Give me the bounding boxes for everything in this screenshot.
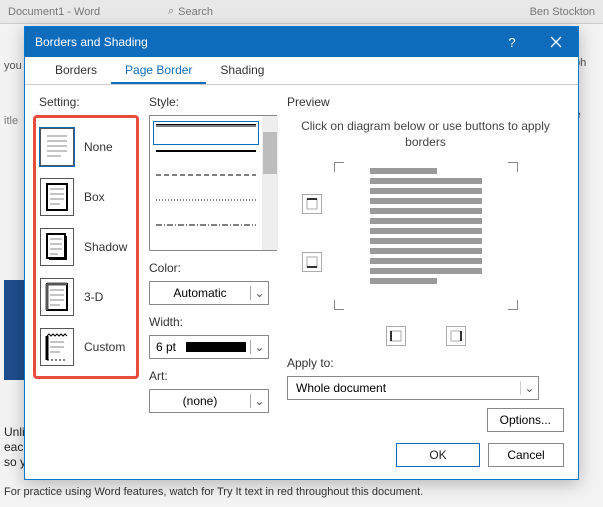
bg-blue-block xyxy=(4,280,24,380)
preview-instructions: Click on diagram below or use buttons to… xyxy=(287,115,564,150)
tab-shading-label: Shading xyxy=(220,63,264,77)
cancel-label: Cancel xyxy=(507,448,544,462)
dialog-title: Borders and Shading xyxy=(35,35,148,49)
preview-diagram[interactable] xyxy=(334,162,518,322)
bg-title-label: itle xyxy=(4,115,18,127)
borders-shading-dialog: Borders and Shading ? Borders Page Borde… xyxy=(24,26,579,480)
width-value: 6 pt xyxy=(150,340,182,354)
ok-button[interactable]: OK xyxy=(396,443,480,467)
corner-indicator xyxy=(508,162,518,172)
tab-page-border[interactable]: Page Border xyxy=(111,57,206,84)
dialog-footer: OK Cancel xyxy=(25,435,578,479)
ok-label: OK xyxy=(429,448,446,462)
setting-none-label: None xyxy=(84,140,113,154)
chevron-down-icon: ⌄ xyxy=(520,381,538,395)
setting-shadow-label: Shadow xyxy=(84,240,127,254)
setting-none[interactable]: None xyxy=(38,122,134,172)
style-listbox[interactable] xyxy=(149,115,277,251)
corner-indicator xyxy=(334,162,344,172)
border-bottom-button[interactable] xyxy=(302,252,322,272)
bg-titlebar: Document1 - Word ⌕ Search Ben Stockton xyxy=(0,0,603,24)
bg-doc-title: Document1 - Word xyxy=(8,6,100,18)
chevron-down-icon: ⌄ xyxy=(250,286,268,300)
setting-box-label: Box xyxy=(84,190,105,204)
width-combo[interactable]: 6 pt ⌄ xyxy=(149,335,269,359)
dialog-tabs: Borders Page Border Shading xyxy=(25,57,578,85)
setting-box-icon xyxy=(40,178,74,216)
corner-indicator xyxy=(508,300,518,310)
tab-page-border-label: Page Border xyxy=(125,63,192,77)
color-label: Color: xyxy=(149,261,277,275)
corner-indicator xyxy=(334,300,344,310)
color-value: Automatic xyxy=(150,286,250,300)
style-scrollbar[interactable] xyxy=(262,116,278,250)
bg-you-label: you xyxy=(4,60,22,72)
preview-label: Preview xyxy=(287,95,564,109)
width-swatch xyxy=(186,342,246,352)
width-label: Width: xyxy=(149,315,277,329)
options-button[interactable]: Options... xyxy=(487,408,564,432)
setting-custom-icon xyxy=(40,328,74,366)
setting-shadow[interactable]: Shadow xyxy=(38,222,134,272)
bg-user: Ben Stockton xyxy=(530,6,595,18)
options-label: Options... xyxy=(500,413,551,427)
bg-search-label: Search xyxy=(178,6,213,18)
apply-to-label: Apply to: xyxy=(287,356,564,370)
setting-highlight: None Box Shadow xyxy=(33,115,139,379)
apply-to-combo[interactable]: Whole document ⌄ xyxy=(287,376,539,400)
style-opt-solid[interactable] xyxy=(156,124,256,142)
setting-3d-icon xyxy=(40,278,74,316)
setting-3d-label: 3-D xyxy=(84,290,103,304)
setting-label: Setting: xyxy=(39,95,139,109)
search-icon: ⌕ xyxy=(168,5,174,18)
style-opt-medium[interactable] xyxy=(156,149,256,167)
setting-3d[interactable]: 3-D xyxy=(38,272,134,322)
help-button[interactable]: ? xyxy=(490,27,534,57)
art-label: Art: xyxy=(149,369,277,383)
art-combo[interactable]: (none) ⌄ xyxy=(149,389,269,413)
close-button[interactable] xyxy=(534,27,578,57)
bg-search: ⌕ Search xyxy=(168,5,213,18)
setting-box[interactable]: Box xyxy=(38,172,134,222)
style-opt-dashed[interactable] xyxy=(156,174,256,192)
bg-bottom-line: For practice using Word features, watch … xyxy=(4,486,599,498)
chevron-down-icon: ⌄ xyxy=(250,340,268,354)
color-combo[interactable]: Automatic ⌄ xyxy=(149,281,269,305)
setting-custom[interactable]: Custom xyxy=(38,322,134,372)
art-value: (none) xyxy=(150,394,250,408)
tab-shading[interactable]: Shading xyxy=(206,57,278,84)
scrollbar-thumb[interactable] xyxy=(263,132,277,174)
border-left-button[interactable] xyxy=(386,326,406,346)
tab-borders-label: Borders xyxy=(55,63,97,77)
cancel-button[interactable]: Cancel xyxy=(488,443,564,467)
border-top-button[interactable] xyxy=(302,194,322,214)
setting-custom-label: Custom xyxy=(84,340,125,354)
setting-none-icon xyxy=(40,128,74,166)
apply-to-value: Whole document xyxy=(296,381,386,395)
border-right-button[interactable] xyxy=(446,326,466,346)
style-label: Style: xyxy=(149,95,277,109)
setting-shadow-icon xyxy=(40,228,74,266)
style-opt-dashdot[interactable] xyxy=(156,224,256,242)
dialog-titlebar: Borders and Shading ? xyxy=(25,27,578,57)
bg-left-text: Unli eac so y xyxy=(4,425,26,470)
page-preview[interactable] xyxy=(364,166,488,298)
tab-borders[interactable]: Borders xyxy=(41,57,111,84)
style-opt-dotted[interactable] xyxy=(156,199,256,217)
close-icon xyxy=(550,36,562,48)
chevron-down-icon: ⌄ xyxy=(250,394,268,408)
